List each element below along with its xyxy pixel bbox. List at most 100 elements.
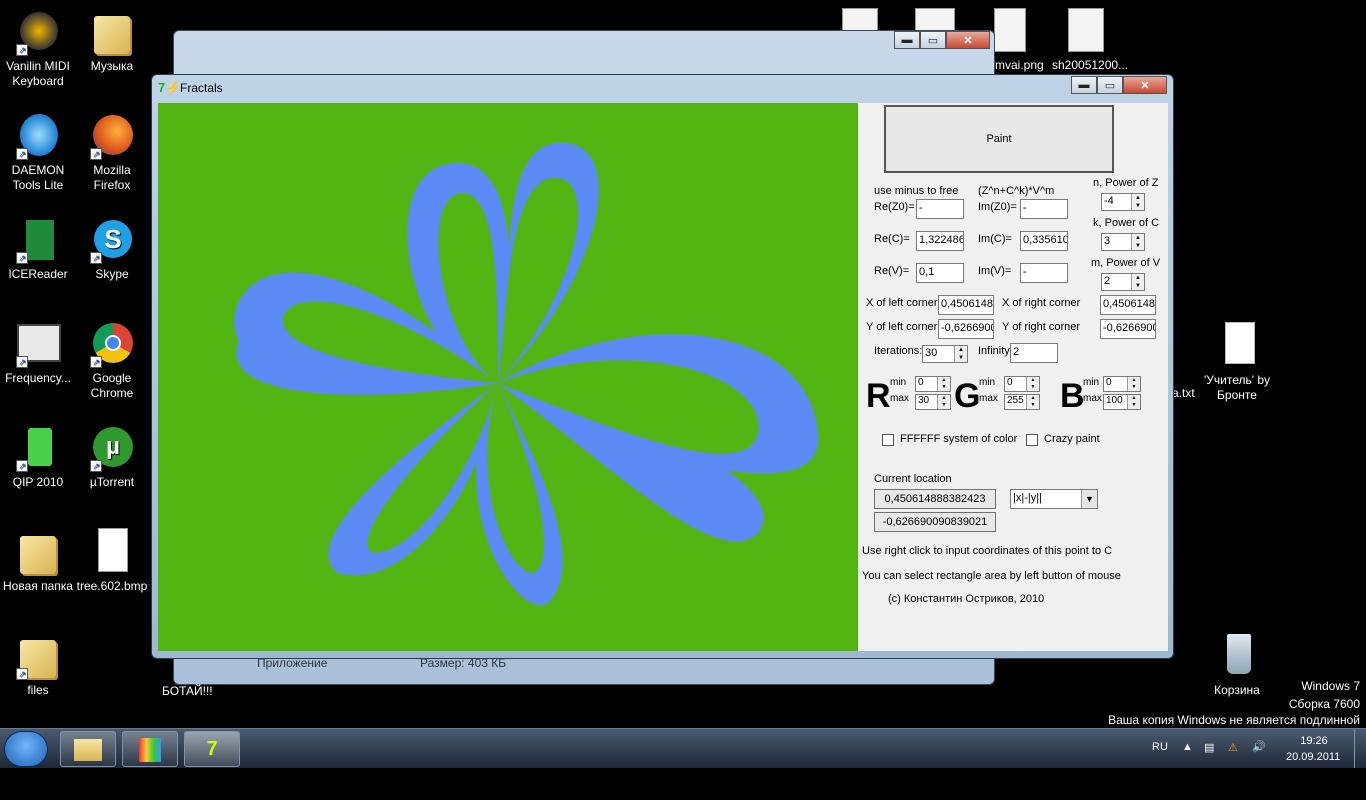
file-label-mvai[interactable]: mvai.png — [995, 58, 1044, 72]
desktop-icon-new-folder[interactable]: Новая папка — [0, 528, 76, 594]
r-min-spinner[interactable]: 0 ▲ ▼ — [915, 376, 951, 392]
b-max-spinner[interactable]: 100 ▲ ▼ — [1103, 394, 1141, 410]
im-v-input[interactable]: - — [1020, 263, 1068, 283]
file-label-sh2005[interactable]: sh20051200... — [1052, 58, 1128, 72]
r-max-spinner[interactable]: 30 ▲ ▼ — [915, 394, 951, 410]
re-z0-label: Re(Z0)= — [874, 201, 915, 213]
spinner-arrows-icon[interactable]: ▲ ▼ — [954, 346, 967, 362]
desktop-icon-chrome[interactable]: ↗ Google Chrome — [74, 320, 150, 401]
desktop-icon-qip[interactable]: ↗ QIP 2010 — [0, 424, 76, 490]
iterations-value: 30 — [925, 347, 938, 359]
x-left-input[interactable]: 0,4506148 — [938, 295, 994, 315]
location-y-button[interactable]: -0,626690090839021 — [874, 512, 996, 532]
clock-time[interactable]: 19:26 — [1298, 735, 1330, 747]
spinner-arrows-icon[interactable]: ▲ ▼ — [1131, 274, 1144, 290]
minimize-button[interactable]: ▬ — [1071, 76, 1097, 94]
location-x-button[interactable]: 0,450614888382423 — [874, 489, 996, 509]
language-indicator[interactable]: RU — [1152, 741, 1168, 753]
y-right-input[interactable]: -0,6266900 — [1100, 319, 1156, 339]
paint-button[interactable]: Paint — [884, 105, 1114, 173]
g-min-label: min — [979, 377, 996, 388]
paint-icon — [139, 738, 161, 762]
b-min-spinner[interactable]: 0 ▲ ▼ — [1103, 376, 1141, 392]
desktop-icon-icereader[interactable]: ↗ ICEReader — [0, 216, 76, 282]
chevron-down-icon[interactable]: ▼ — [1081, 490, 1097, 508]
minimize-button[interactable]: ▬ — [894, 31, 920, 49]
im-z0-input[interactable]: - — [1020, 199, 1068, 219]
y-left-input[interactable]: -0,6266900 — [938, 319, 994, 339]
ffffff-checkbox[interactable] — [882, 434, 894, 446]
image-file-icon — [88, 528, 136, 576]
spinner-arrows-icon[interactable]: ▲ ▼ — [1127, 395, 1140, 409]
norm-select[interactable]: |x|-|y|| ▼ — [1010, 489, 1098, 509]
r-channel-label: R — [866, 377, 891, 415]
clock-date[interactable]: 20.09.2011 — [1286, 751, 1340, 763]
crazy-paint-checkbox[interactable] — [1026, 434, 1038, 446]
formula-label: (Z^n+C^k)*V^m — [978, 185, 1055, 197]
window-caption-buttons: ▬ ▭ ✕ — [1071, 76, 1167, 94]
start-button[interactable] — [4, 731, 48, 767]
n-power-value: -4 — [1104, 195, 1114, 207]
g-min-value: 0 — [1007, 377, 1013, 388]
g-max-spinner[interactable]: 255 ▲ ▼ — [1004, 394, 1040, 410]
spinner-arrows-icon[interactable]: ▲ ▼ — [1131, 234, 1144, 250]
close-button[interactable]: ✕ — [1123, 76, 1167, 94]
fractal-canvas[interactable] — [158, 103, 858, 651]
paint-taskbar-button[interactable] — [122, 731, 178, 767]
image-thumbnail[interactable] — [994, 8, 1026, 52]
b-channel-label: B — [1060, 377, 1085, 415]
x-right-input[interactable]: 0,4506148 — [1100, 295, 1156, 315]
desktop-icon-firefox[interactable]: ↗ Mozilla Firefox — [74, 112, 150, 193]
desktop-icon-vanilin[interactable]: ↗ Vanilin MIDI Keyboard — [0, 8, 76, 89]
device-icon[interactable]: ▤ — [1204, 741, 1214, 754]
firefox-icon: ↗ — [88, 112, 136, 160]
desktop-icon-tree-bmp[interactable]: tree.602.bmp — [74, 528, 150, 594]
desktop-icon-files[interactable]: ↗ files — [0, 632, 76, 698]
screen-bottom — [0, 768, 1366, 800]
m-power-spinner[interactable]: 2 ▲ ▼ — [1101, 273, 1145, 291]
n-power-spinner[interactable]: -4 ▲ ▼ — [1101, 193, 1145, 211]
maximize-button[interactable]: ▭ — [920, 31, 946, 49]
volume-icon[interactable]: 🔊 — [1252, 740, 1266, 753]
desktop-icon-recycle-bin[interactable]: Корзина — [1199, 632, 1275, 698]
network-warning-icon[interactable]: ⚠ — [1228, 741, 1238, 754]
desktop-icon-frequency[interactable]: ↗ Frequency... — [0, 320, 76, 386]
desktop-icon-utorrent[interactable]: µ ↗ µTorrent — [74, 424, 150, 490]
re-c-input[interactable]: 1,322486 — [916, 231, 964, 251]
spinner-arrows-icon[interactable]: ▲ ▼ — [1131, 194, 1144, 210]
iterations-spinner[interactable]: 30 ▲ ▼ — [922, 345, 968, 363]
explorer-taskbar-button[interactable] — [60, 731, 116, 767]
desktop-icon-uchitel[interactable]: 'Учитель' by Бронте — [1199, 322, 1275, 403]
show-desktop-button[interactable] — [1354, 729, 1366, 769]
re-z0-input[interactable]: - — [916, 199, 964, 219]
n-power-label: n, Power of Z — [1093, 177, 1159, 189]
spinner-arrows-icon[interactable]: ▲ ▼ — [1127, 377, 1140, 391]
g-max-value: 255 — [1007, 395, 1024, 406]
show-hidden-icons-icon[interactable]: ▲ — [1182, 741, 1193, 753]
desktop-icon-music[interactable]: Музыка — [74, 8, 150, 74]
desktop-icon-daemon[interactable]: ↗ DAEMON Tools Lite — [0, 112, 76, 193]
close-button[interactable]: ✕ — [946, 31, 990, 49]
k-power-spinner[interactable]: 3 ▲ ▼ — [1101, 233, 1145, 251]
crazy-paint-label: Crazy paint — [1044, 433, 1100, 445]
partial-file-label[interactable]: a.txt — [1172, 386, 1195, 400]
folder-icon — [74, 739, 102, 761]
spinner-arrows-icon[interactable]: ▲ ▼ — [1026, 377, 1039, 391]
image-thumbnail[interactable] — [1068, 8, 1104, 52]
window-title: Fractals — [180, 81, 223, 95]
spinner-arrows-icon[interactable]: ▲ ▼ — [1026, 395, 1039, 409]
watermark-line1: Windows 7 — [1301, 679, 1360, 693]
iterations-label: Iterations: — [874, 345, 923, 357]
im-c-input[interactable]: 0,335610 — [1020, 231, 1068, 251]
spinner-arrows-icon[interactable]: ▲ ▼ — [937, 395, 950, 409]
re-v-input[interactable]: 0,1 — [916, 263, 964, 283]
spinner-arrows-icon[interactable]: ▲ ▼ — [937, 377, 950, 391]
infinity-input[interactable]: 2 — [1010, 343, 1058, 363]
maximize-button[interactable]: ▭ — [1097, 76, 1123, 94]
g-min-spinner[interactable]: 0 ▲ ▼ — [1004, 376, 1040, 392]
fractals-taskbar-button[interactable]: 7 — [184, 731, 240, 767]
midi-keyboard-icon: ↗ — [14, 8, 62, 56]
partial-desktop-label[interactable]: БОТАЙ!!! — [162, 684, 213, 698]
fractals-window[interactable]: 7⚡ Fractals ▬ ▭ ✕ Paint use minus to fre… — [151, 74, 1174, 659]
desktop-icon-skype[interactable]: S ↗ Skype — [74, 216, 150, 282]
